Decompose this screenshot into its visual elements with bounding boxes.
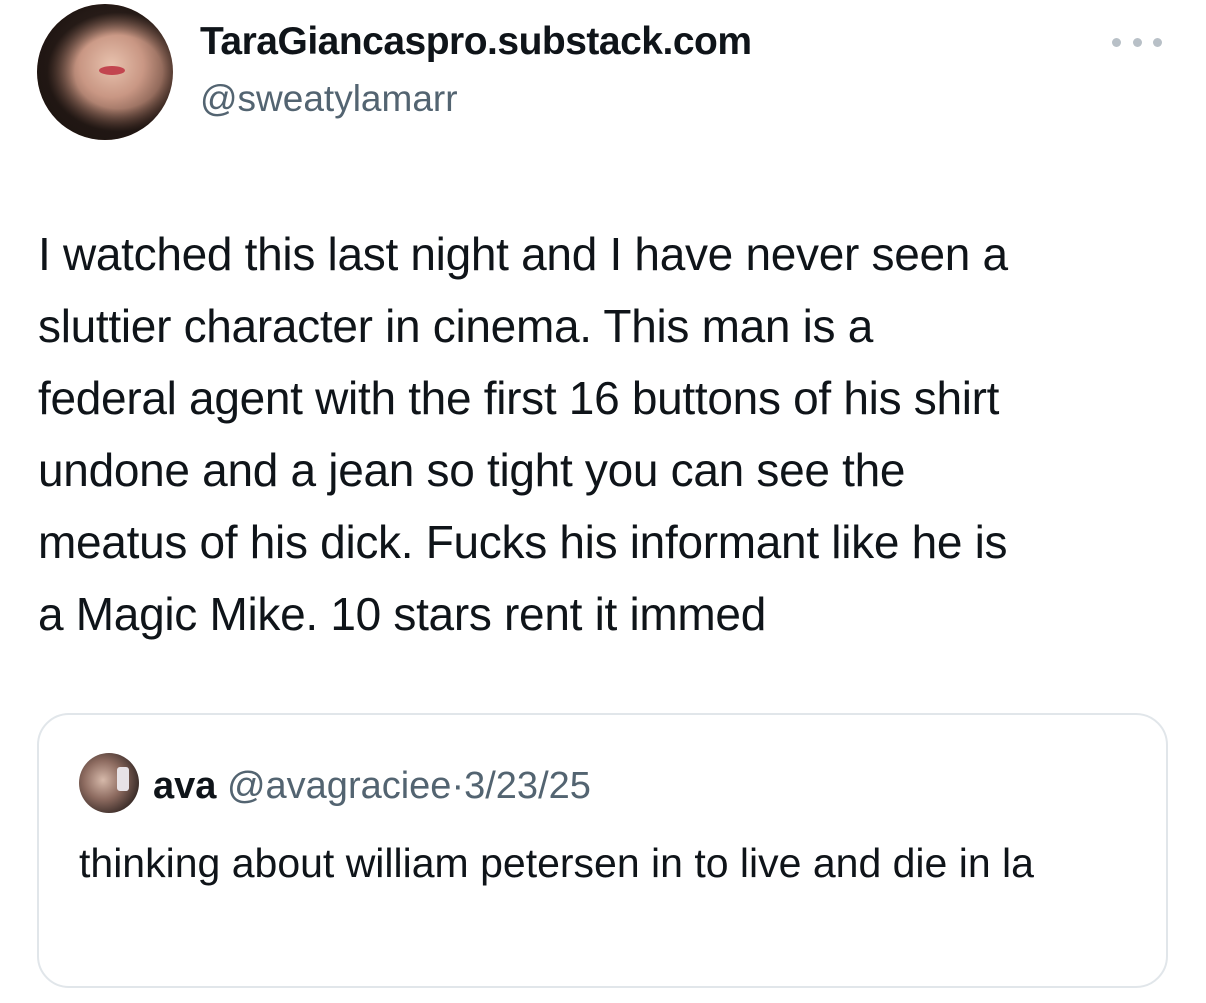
quoted-tweet[interactable]: ava @avagraciee·3/23/25 thinking about w… (37, 713, 1168, 988)
quoted-author-avatar[interactable] (79, 753, 139, 813)
quoted-tweet-header: ava @avagraciee·3/23/25 (153, 765, 591, 808)
quoted-tweet-text: thinking about william petersen in to li… (79, 840, 1034, 886)
quoted-date[interactable]: 3/23/25 (464, 765, 591, 807)
quoted-author-name[interactable]: ava (153, 765, 216, 807)
author-handle[interactable]: @sweatylamarr (200, 78, 458, 120)
avatar-lips (99, 66, 125, 75)
more-options-button[interactable] (1112, 30, 1162, 54)
quoted-separator: · (451, 765, 465, 807)
more-horizontal-icon (1153, 37, 1162, 47)
tweet: TaraGiancaspro.substack.com @sweatylamar… (0, 0, 1206, 1003)
tweet-text: I watched this last night and I have nev… (38, 228, 1008, 640)
avatar-phone (117, 767, 129, 791)
author-avatar[interactable] (37, 4, 173, 140)
more-horizontal-icon (1132, 37, 1142, 47)
more-horizontal-icon (1112, 37, 1121, 47)
quoted-author-handle[interactable]: @avagraciee (227, 765, 451, 807)
author-display-name[interactable]: TaraGiancaspro.substack.com (200, 20, 752, 64)
